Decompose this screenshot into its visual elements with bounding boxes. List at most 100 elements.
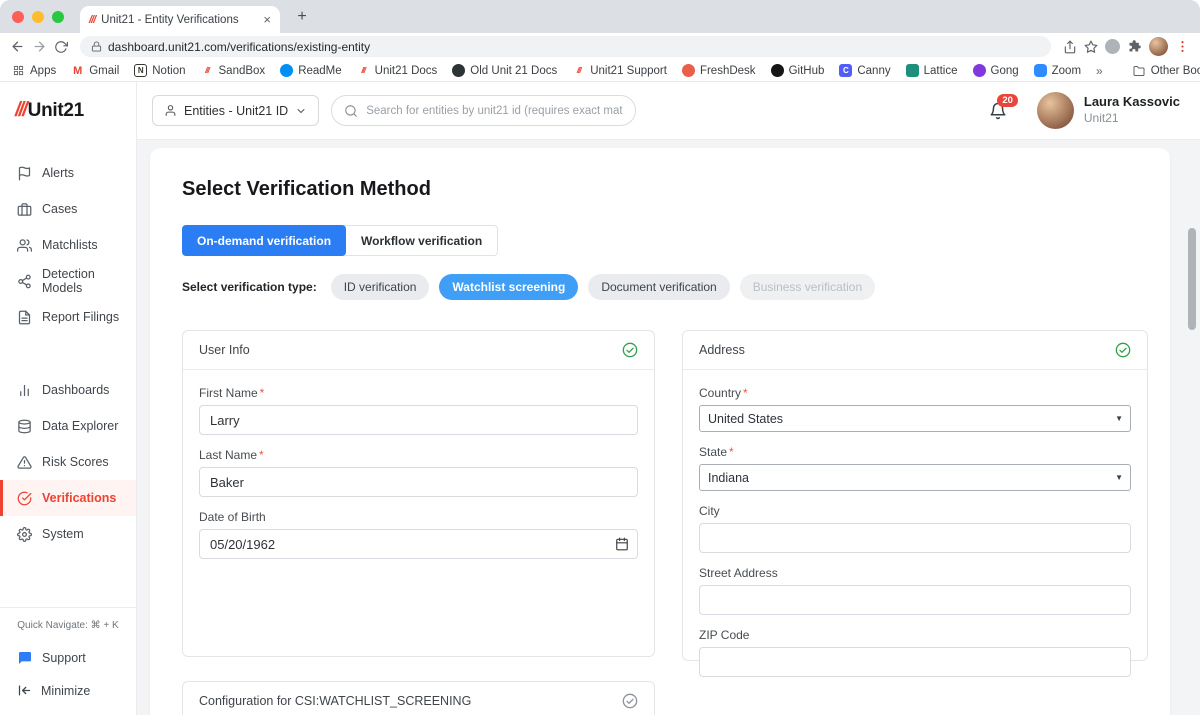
minimize-window-button[interactable] xyxy=(32,10,44,23)
sidebar-item-risk-scores[interactable]: Risk Scores xyxy=(0,444,136,480)
notification-count-badge: 20 xyxy=(997,93,1018,107)
bookmark-freshdesk[interactable]: FreshDesk xyxy=(681,64,756,77)
sidebar-item-cases[interactable]: Cases xyxy=(0,191,136,227)
unit21-favicon-icon: /// xyxy=(89,13,96,26)
new-tab-button[interactable]: + xyxy=(290,8,314,26)
bookmark-github[interactable]: GitHub xyxy=(770,64,824,77)
quick-navigate-hint: Quick Navigate: ⌘ + K xyxy=(17,620,119,631)
address-panel-body: Country * United States ▼ State * Indian… xyxy=(683,370,1147,706)
bookmark-apps[interactable]: Apps xyxy=(12,64,56,77)
other-bookmarks-button[interactable]: Other Bookmarks xyxy=(1133,64,1200,77)
notion-favicon-icon: N xyxy=(134,64,148,77)
bookmark-notion[interactable]: N Notion xyxy=(134,64,186,77)
briefcase-icon xyxy=(17,202,32,217)
bookmark-gmail[interactable]: M Gmail xyxy=(71,64,119,77)
bookmark-unit21-support[interactable]: /// Unit21 Support xyxy=(572,64,667,77)
bookmarks-bar: Apps M Gmail N Notion /// SandBox ReadMe… xyxy=(0,60,1200,82)
entity-type-dropdown[interactable]: Entities - Unit21 ID xyxy=(152,95,320,126)
check-circle-icon xyxy=(1115,342,1131,358)
city-input[interactable] xyxy=(699,523,1131,553)
address-panel: Address Country * United States ▼ State … xyxy=(682,330,1148,677)
sidebar-item-data-explorer[interactable]: Data Explorer xyxy=(0,408,136,444)
forward-icon[interactable] xyxy=(32,39,47,54)
tab-close-icon[interactable]: × xyxy=(263,13,271,26)
bookmark-star-icon[interactable] xyxy=(1084,40,1098,54)
lattice-favicon-icon xyxy=(905,64,919,77)
bookmark-lattice[interactable]: Lattice xyxy=(905,64,958,77)
reload-icon[interactable] xyxy=(54,40,68,54)
gear-icon xyxy=(17,526,32,542)
entity-search-input[interactable] xyxy=(366,104,624,117)
pill-watchlist-screening[interactable]: Watchlist screening xyxy=(439,274,579,300)
field-label: Last Name * xyxy=(199,448,264,462)
search-icon xyxy=(344,104,358,118)
required-asterisk: * xyxy=(259,448,264,462)
traffic-lights xyxy=(12,10,64,23)
avatar[interactable] xyxy=(1036,92,1074,129)
collapse-left-icon xyxy=(17,683,32,698)
field-label: City xyxy=(699,504,720,518)
browser-tab[interactable]: /// Unit21 - Entity Verifications × xyxy=(80,6,280,33)
zoom-window-button[interactable] xyxy=(52,10,64,23)
main-column: Entities - Unit21 ID 20 Laura Kassovic U… xyxy=(137,82,1200,715)
calendar-icon[interactable] xyxy=(615,537,629,551)
verification-card: Select Verification Method On-demand ver… xyxy=(150,148,1170,715)
notifications-button[interactable]: 20 xyxy=(989,93,1018,120)
verification-mode-tabs: On-demand verification Workflow verifica… xyxy=(182,225,1148,256)
pill-id-verification[interactable]: ID verification xyxy=(330,274,430,300)
chevron-down-icon: ▼ xyxy=(1115,414,1123,423)
user-icon xyxy=(164,104,177,117)
extension-icon[interactable] xyxy=(1105,39,1120,54)
browser-menu-icon[interactable] xyxy=(1175,39,1190,54)
date-of-birth-input[interactable] xyxy=(199,529,638,559)
first-name-input[interactable] xyxy=(199,405,638,435)
tab-workflow-verification[interactable]: Workflow verification xyxy=(343,225,499,256)
bookmark-sandbox[interactable]: /// SandBox xyxy=(201,64,265,77)
entity-dropdown-label: Entities - Unit21 ID xyxy=(184,103,289,118)
sidebar-item-system[interactable]: System xyxy=(0,516,136,552)
sidebar-item-verifications[interactable]: Verifications xyxy=(0,480,136,516)
sidebar-item-alerts[interactable]: Alerts xyxy=(0,155,136,191)
browser-toolbar: dashboard.unit21.com/verifications/exist… xyxy=(0,33,1200,60)
back-icon[interactable] xyxy=(10,39,25,54)
unit21-logo[interactable]: /// Unit21 xyxy=(0,82,136,122)
sidebar-item-report-filings[interactable]: Report Filings xyxy=(0,299,136,335)
last-name-input[interactable] xyxy=(199,467,638,497)
bookmark-unit21-docs[interactable]: /// Unit21 Docs xyxy=(357,64,437,77)
share-icon[interactable] xyxy=(1063,40,1077,54)
panel-title: Configuration for CSI:WATCHLIST_SCREENIN… xyxy=(199,694,472,708)
sidebar-item-label: Data Explorer xyxy=(42,419,119,433)
address-panel-header: Address xyxy=(683,331,1147,370)
sidebar-item-dashboards[interactable]: Dashboards xyxy=(0,372,136,408)
bookmark-canny[interactable]: C Canny xyxy=(839,64,891,77)
close-window-button[interactable] xyxy=(12,10,24,23)
browser-profile-avatar[interactable] xyxy=(1149,37,1168,56)
pill-document-verification[interactable]: Document verification xyxy=(588,274,730,300)
sidebar-nav: Alerts Cases Matchlists Detection Models… xyxy=(0,155,136,552)
address-bar[interactable]: dashboard.unit21.com/verifications/exist… xyxy=(80,36,1051,57)
puzzle-extensions-icon[interactable] xyxy=(1127,39,1142,54)
user-info[interactable]: Laura Kassovic Unit21 xyxy=(1084,94,1180,126)
tab-on-demand-verification[interactable]: On-demand verification xyxy=(182,225,347,256)
minimize-sidebar-button[interactable]: Minimize xyxy=(0,674,136,707)
bookmark-readme[interactable]: ReadMe xyxy=(280,64,342,77)
page-scrollbar[interactable] xyxy=(1188,228,1196,330)
zip-code-input[interactable] xyxy=(699,647,1131,677)
sidebar-item-matchlists[interactable]: Matchlists xyxy=(0,227,136,263)
readme-favicon-icon xyxy=(280,64,294,77)
apps-grid-icon xyxy=(12,64,25,77)
bookmark-old-unit21-docs[interactable]: Old Unit 21 Docs xyxy=(452,64,557,77)
support-button[interactable]: Support xyxy=(0,641,136,674)
user-info-panel-header: User Info xyxy=(183,331,654,370)
zip-code-field: ZIP Code xyxy=(699,628,1131,677)
bookmark-zoom[interactable]: Zoom xyxy=(1033,64,1081,77)
state-select[interactable]: Indiana ▼ xyxy=(699,464,1131,491)
alert-triangle-icon xyxy=(17,455,32,470)
field-label: ZIP Code xyxy=(699,628,750,642)
sidebar-item-detection-models[interactable]: Detection Models xyxy=(0,263,136,299)
bookmark-gong[interactable]: Gong xyxy=(972,64,1019,77)
country-select[interactable]: United States ▼ xyxy=(699,405,1131,432)
bookmarks-overflow-icon[interactable]: » xyxy=(1096,64,1103,78)
street-address-input[interactable] xyxy=(699,585,1131,615)
entity-search[interactable] xyxy=(331,95,637,126)
